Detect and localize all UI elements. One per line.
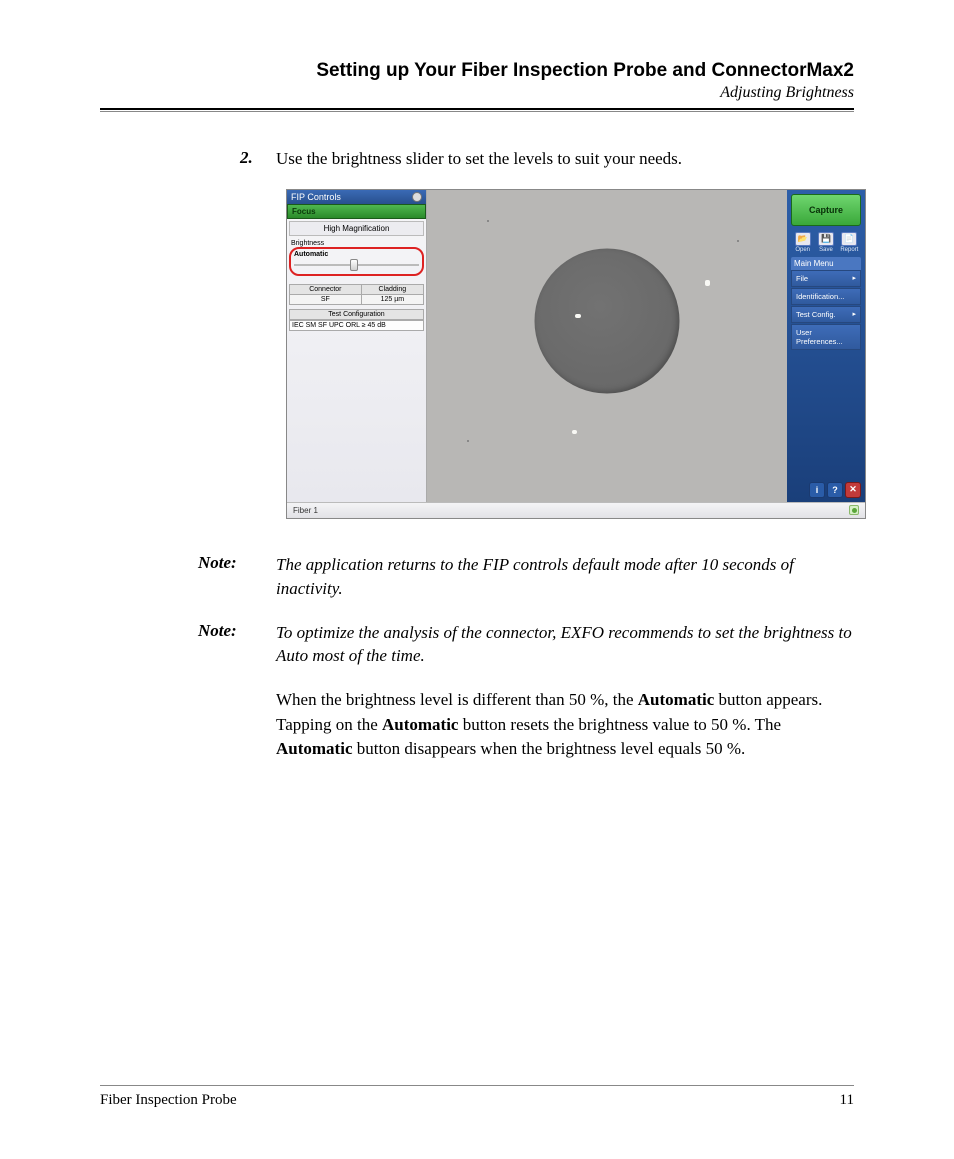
page-header: Setting up Your Fiber Inspection Probe a… — [100, 60, 854, 102]
test-config-header: Test Configuration — [289, 309, 424, 320]
dust-speck — [487, 220, 489, 222]
main-menu-header: Main Menu — [791, 257, 861, 270]
save-button[interactable]: 💾 Save — [817, 232, 835, 253]
menu-test-config[interactable]: Test Config.▸ — [791, 306, 861, 323]
close-icon[interactable]: ✕ — [845, 482, 861, 498]
page-footer: Fiber Inspection Probe 11 — [100, 1085, 854, 1109]
cladding-header: Cladding — [361, 284, 423, 294]
footer-left: Fiber Inspection Probe — [100, 1092, 237, 1109]
step-row: 2. Use the brightness slider to set the … — [240, 148, 854, 171]
app-screenshot: FIP Controls Focus High Magnification Br… — [286, 189, 866, 519]
status-bar: Fiber 1 — [287, 502, 865, 518]
capture-button[interactable]: Capture — [791, 194, 861, 226]
automatic-button[interactable]: Automatic — [294, 251, 419, 258]
body-paragraph: When the brightness level is different t… — [276, 688, 854, 762]
report-icon: 📄 — [841, 232, 857, 246]
brightness-label: Brightness — [287, 238, 426, 247]
menu-identification[interactable]: Identification... — [791, 288, 861, 305]
reflection-spot — [575, 314, 581, 318]
info-icon[interactable]: i — [809, 482, 825, 498]
connector-header: Connector — [290, 284, 362, 294]
fiber-endface — [535, 248, 680, 393]
note-block: Note: To optimize the analysis of the co… — [198, 621, 854, 669]
fip-controls-panel: FIP Controls Focus High Magnification Br… — [287, 190, 427, 502]
bottom-icon-row: i ? ✕ — [791, 482, 861, 498]
note-block: Note: The application returns to the FIP… — [198, 553, 854, 601]
note-text: The application returns to the FIP contr… — [276, 553, 854, 601]
chevron-right-icon: ▸ — [852, 310, 856, 318]
status-indicator-icon — [849, 505, 859, 515]
connector-table: Connector Cladding SF 125 µm — [289, 284, 424, 305]
note-text: To optimize the analysis of the connecto… — [276, 621, 854, 669]
magnification-button[interactable]: High Magnification — [289, 221, 424, 236]
help-icon[interactable]: ? — [827, 482, 843, 498]
chapter-title: Setting up Your Fiber Inspection Probe a… — [100, 60, 854, 82]
section-subtitle: Adjusting Brightness — [100, 84, 854, 102]
page-number: 11 — [840, 1092, 854, 1109]
test-config-value: IEC SM SF UPC ORL ≥ 45 dB — [289, 320, 424, 331]
fip-controls-titlebar: FIP Controls — [287, 190, 426, 204]
fiber-viewport — [427, 190, 787, 502]
chevron-right-icon: ▸ — [852, 274, 856, 282]
gear-icon[interactable] — [412, 192, 422, 202]
right-toolbar: Capture 📂 Open 💾 Save 📄 Report Main Menu… — [787, 190, 865, 502]
dust-speck — [467, 440, 469, 442]
reflection-spot — [572, 430, 577, 434]
report-button[interactable]: 📄 Report — [840, 232, 858, 253]
header-rule-thin — [100, 111, 854, 112]
save-icon: 💾 — [818, 232, 834, 246]
note-label: Note: — [198, 621, 276, 669]
dust-speck — [737, 240, 739, 242]
fip-title-text: FIP Controls — [291, 192, 341, 202]
brightness-slider[interactable] — [294, 260, 419, 270]
brightness-highlight: Automatic — [289, 247, 424, 276]
connector-value: SF — [290, 294, 362, 304]
menu-file[interactable]: File▸ — [791, 270, 861, 287]
step-number: 2. — [240, 148, 276, 171]
status-text: Fiber 1 — [293, 506, 318, 515]
step-text: Use the brightness slider to set the lev… — [276, 148, 854, 171]
header-rule-bold — [100, 108, 854, 110]
reflection-spot — [705, 280, 710, 286]
cladding-value: 125 µm — [361, 294, 423, 304]
file-toolbar: 📂 Open 💾 Save 📄 Report — [791, 232, 861, 253]
open-button[interactable]: 📂 Open — [794, 232, 812, 253]
menu-user-preferences[interactable]: User Preferences... — [791, 324, 861, 350]
focus-indicator: Focus — [287, 204, 426, 219]
slider-thumb[interactable] — [350, 259, 358, 271]
note-label: Note: — [198, 553, 276, 601]
folder-open-icon: 📂 — [795, 232, 811, 246]
